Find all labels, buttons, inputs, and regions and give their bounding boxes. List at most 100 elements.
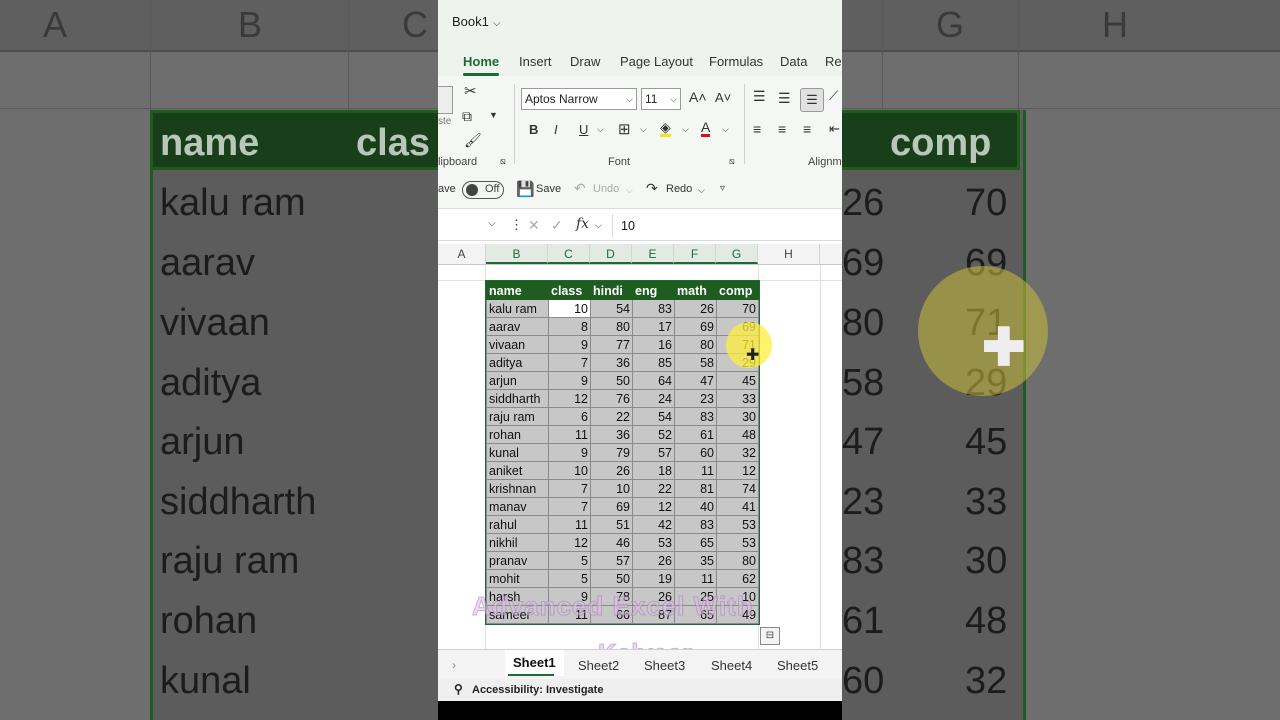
paste-icon[interactable] xyxy=(438,86,453,114)
borders-icon[interactable]: ⊞ xyxy=(618,120,631,138)
table-cell[interactable]: siddharth xyxy=(486,389,549,408)
header-cell[interactable]: class xyxy=(548,281,591,300)
col-header-a[interactable]: A xyxy=(438,244,486,264)
table-cell[interactable]: 10 xyxy=(590,479,633,498)
table-cell[interactable]: 58 xyxy=(674,353,717,372)
table-cell[interactable]: 65 xyxy=(674,533,717,552)
save-icon[interactable]: 💾 xyxy=(516,180,535,198)
table-cell[interactable]: 16 xyxy=(632,335,675,354)
table-cell[interactable]: aditya xyxy=(486,353,549,372)
table-cell[interactable]: nikhil xyxy=(486,533,549,552)
table-cell[interactable]: 32 xyxy=(716,443,759,462)
underline-button[interactable]: U xyxy=(579,122,588,137)
tab-draw[interactable]: Draw xyxy=(570,54,600,69)
table-cell[interactable]: arjun xyxy=(486,371,549,390)
table-cell[interactable]: 8 xyxy=(548,317,591,336)
table-cell[interactable]: 53 xyxy=(716,515,759,534)
table-cell[interactable]: 62 xyxy=(716,569,759,588)
header-cell[interactable]: eng xyxy=(632,281,675,300)
table-cell[interactable]: 85 xyxy=(632,353,675,372)
col-header-e[interactable]: E xyxy=(632,244,674,264)
table-cell[interactable]: 45 xyxy=(716,371,759,390)
table-cell[interactable]: krishnan xyxy=(486,479,549,498)
col-header-g[interactable]: G xyxy=(716,244,758,264)
chevron-down-icon[interactable]: ⌵ xyxy=(597,124,604,135)
align-center-icon[interactable]: ≡ xyxy=(778,121,786,137)
header-cell[interactable]: comp xyxy=(716,281,759,300)
table-cell[interactable]: aniket xyxy=(486,461,549,480)
table-cell[interactable]: 11 xyxy=(548,515,591,534)
table-cell[interactable]: 41 xyxy=(716,497,759,516)
table-cell[interactable]: 11 xyxy=(674,569,717,588)
tab-page-layout[interactable]: Page Layout xyxy=(620,54,693,69)
table-cell[interactable]: 60 xyxy=(674,443,717,462)
table-cell[interactable]: 26 xyxy=(632,551,675,570)
table-cell[interactable]: 30 xyxy=(716,407,759,426)
table-cell[interactable]: 24 xyxy=(632,389,675,408)
shrink-font-button[interactable]: A˅ xyxy=(715,90,731,105)
bold-button[interactable]: B xyxy=(529,122,538,137)
table-cell[interactable]: 52 xyxy=(632,425,675,444)
orientation-icon[interactable]: ⟋ xyxy=(829,88,838,104)
table-cell[interactable]: kalu ram xyxy=(486,299,549,318)
chevron-right-icon[interactable]: › xyxy=(452,658,456,672)
table-cell[interactable]: aarav xyxy=(486,317,549,336)
table-cell[interactable]: 53 xyxy=(716,533,759,552)
customize-toolbar-icon[interactable]: ▿ xyxy=(720,183,725,194)
table-cell[interactable]: 64 xyxy=(632,371,675,390)
table-cell[interactable]: 50 xyxy=(590,569,633,588)
table-cell[interactable]: 51 xyxy=(590,515,633,534)
accessibility-status[interactable]: Accessibility: Investigate xyxy=(472,684,603,696)
table-cell[interactable]: 57 xyxy=(632,443,675,462)
table-cell[interactable]: manav xyxy=(486,497,549,516)
table-cell[interactable]: 50 xyxy=(590,371,633,390)
table-cell[interactable]: 6 xyxy=(548,407,591,426)
table-cell[interactable]: 48 xyxy=(716,425,759,444)
table-cell[interactable]: 12 xyxy=(548,389,591,408)
table-cell[interactable]: 69 xyxy=(674,317,717,336)
table-cell[interactable]: mohit xyxy=(486,569,549,588)
formula-input[interactable]: 10 xyxy=(612,214,842,238)
table-cell[interactable]: 12 xyxy=(548,533,591,552)
table-cell[interactable]: 83 xyxy=(632,299,675,318)
decrease-indent-icon[interactable]: ⇤ xyxy=(829,121,840,137)
table-cell[interactable]: 5 xyxy=(548,551,591,570)
table-cell[interactable]: 54 xyxy=(632,407,675,426)
insert-function-button[interactable]: fx xyxy=(576,216,589,232)
quick-analysis-icon[interactable]: ⊟ xyxy=(760,627,780,645)
cut-icon[interactable]: ✂ xyxy=(464,82,477,100)
table-cell[interactable]: kunal xyxy=(486,443,549,462)
table-cell[interactable]: 80 xyxy=(590,317,633,336)
grow-font-button[interactable]: A˄ xyxy=(689,89,707,105)
chevron-down-icon[interactable]: ⌵ xyxy=(595,220,602,231)
table-cell[interactable]: 5 xyxy=(548,569,591,588)
table-cell[interactable]: 22 xyxy=(590,407,633,426)
sheet-tab-1[interactable]: Sheet1 xyxy=(505,650,564,676)
chevron-down-icon[interactable]: ⌵ xyxy=(722,124,729,135)
table-cell[interactable]: 9 xyxy=(548,371,591,390)
tab-formulas[interactable]: Formulas xyxy=(709,54,763,69)
table-cell[interactable]: 46 xyxy=(590,533,633,552)
table-cell[interactable]: 40 xyxy=(674,497,717,516)
table-cell[interactable]: 10 xyxy=(548,299,591,318)
italic-button[interactable]: I xyxy=(554,122,558,137)
chevron-down-icon[interactable]: ▼ xyxy=(489,110,498,120)
table-cell[interactable]: pranav xyxy=(486,551,549,570)
align-top-icon[interactable]: ☰ xyxy=(753,88,766,105)
chevron-down-icon[interactable]: ⌵ xyxy=(682,124,689,135)
redo-button[interactable]: Redo xyxy=(666,183,692,195)
chevron-down-icon[interactable]: ⌵ xyxy=(698,185,705,196)
sheet-tab-3[interactable]: Sheet3 xyxy=(644,658,685,673)
table-cell[interactable]: 9 xyxy=(548,443,591,462)
table-cell[interactable]: 7 xyxy=(548,353,591,372)
workbook-title[interactable]: Book1 ⌵ xyxy=(452,14,500,29)
col-header-d[interactable]: D xyxy=(590,244,632,264)
table-cell[interactable]: 23 xyxy=(674,389,717,408)
table-cell[interactable]: 10 xyxy=(548,461,591,480)
table-cell[interactable]: 42 xyxy=(632,515,675,534)
table-cell[interactable]: 9 xyxy=(548,335,591,354)
col-header-h[interactable]: H xyxy=(758,244,820,264)
sheet-tab-4[interactable]: Sheet4 xyxy=(711,658,752,673)
col-header-c[interactable]: C xyxy=(548,244,590,264)
table-cell[interactable]: rohan xyxy=(486,425,549,444)
